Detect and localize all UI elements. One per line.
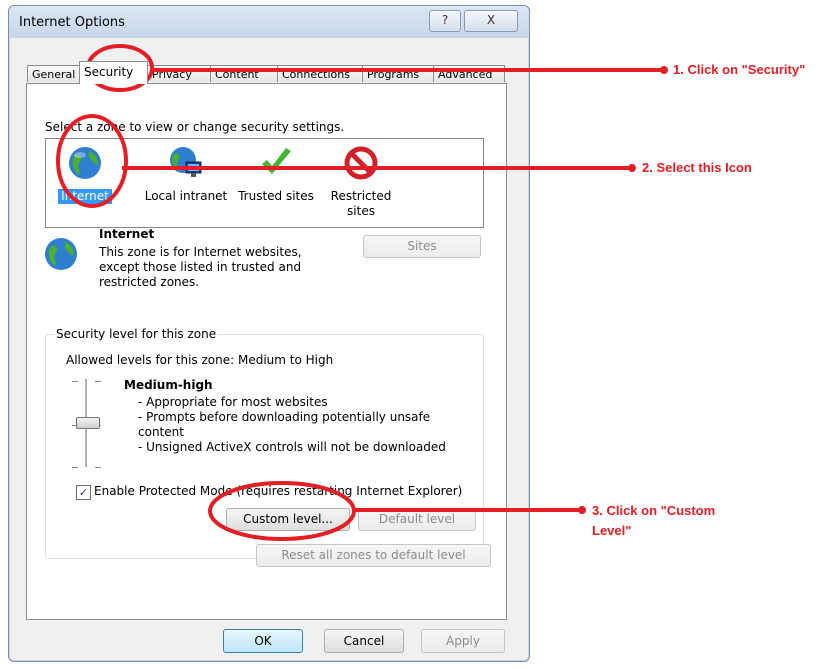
ok-button[interactable]: OK xyxy=(223,629,303,653)
allowed-levels: Allowed levels for this zone: Medium to … xyxy=(66,353,334,367)
zone-internet[interactable]: Internet xyxy=(54,145,116,204)
zone-trusted-sites[interactable]: Trusted sites xyxy=(236,145,316,204)
protected-mode-label: Enable Protected Mode (requires restarti… xyxy=(94,484,463,498)
green-check-icon xyxy=(262,148,291,174)
sites-button[interactable]: Sites xyxy=(363,235,481,258)
title-bar: Internet Options ? X xyxy=(9,6,529,38)
tab-advanced[interactable]: Advanced xyxy=(433,65,505,82)
zone-globe-icon xyxy=(45,238,77,270)
level-bullets: - Appropriate for most websites - Prompt… xyxy=(138,395,458,455)
level-bullet: - Appropriate for most websites xyxy=(138,395,328,409)
tab-general[interactable]: General xyxy=(27,65,80,82)
zone-list: Internet Local intranet Trusted sites Re… xyxy=(45,138,484,228)
annotation-step3-line1: 3. Click on "Custom xyxy=(592,503,716,518)
help-button[interactable]: ? xyxy=(429,10,461,32)
level-bullet: - Unsigned ActiveX controls will not be … xyxy=(138,440,446,454)
security-level-legend: Security level for this zone xyxy=(54,327,219,341)
zone-label-restricted-sites: Restricted sites xyxy=(330,189,392,218)
tab-strip: General Security Privacy Content Connect… xyxy=(27,61,505,84)
close-icon: X xyxy=(486,13,496,27)
tab-connections[interactable]: Connections xyxy=(277,65,363,82)
internet-options-window: Internet Options ? X General Security Pr… xyxy=(8,5,530,662)
level-name: Medium-high xyxy=(124,378,213,392)
arrow-dot-step1 xyxy=(660,66,668,74)
close-button[interactable]: X xyxy=(464,10,518,32)
window-title: Internet Options xyxy=(19,15,125,30)
intranet-globe-icon xyxy=(170,147,202,177)
zone-label-trusted-sites: Trusted sites xyxy=(238,189,314,203)
annotation-step3-line2: Level" xyxy=(592,523,632,538)
arrow-dot-step2 xyxy=(628,164,636,172)
tab-security[interactable]: Security xyxy=(79,61,148,84)
custom-level-button[interactable]: Custom level... xyxy=(226,508,350,531)
zone-title: Internet xyxy=(99,227,155,241)
zone-restricted-sites[interactable]: Restricted sites xyxy=(326,145,396,219)
zone-local-intranet[interactable]: Local intranet xyxy=(142,145,230,204)
security-panel: Select a zone to view or change security… xyxy=(26,83,507,620)
reset-all-zones-button[interactable]: Reset all zones to default level xyxy=(256,544,491,567)
globe-icon xyxy=(69,147,101,179)
protected-mode-checkbox[interactable]: ✓ xyxy=(76,485,91,500)
level-bullet: - Prompts before downloading potentially… xyxy=(138,410,431,439)
apply-button[interactable]: Apply xyxy=(421,629,505,653)
zone-label-local-intranet: Local intranet xyxy=(144,189,228,203)
tab-content[interactable]: Content xyxy=(210,65,278,82)
cancel-button[interactable]: Cancel xyxy=(324,629,404,653)
annotation-step2: 2. Select this Icon xyxy=(642,160,752,175)
zone-prompt: Select a zone to view or change security… xyxy=(45,120,345,134)
red-prohibit-icon xyxy=(344,146,378,180)
security-level-group: Security level for this zone Allowed lev… xyxy=(45,327,484,559)
zone-label-internet: Internet xyxy=(58,189,112,204)
security-level-slider[interactable] xyxy=(72,379,102,471)
zone-description: This zone is for Internet websites, exce… xyxy=(99,245,302,289)
tab-programs[interactable]: Programs xyxy=(362,65,434,82)
slider-thumb[interactable] xyxy=(76,417,100,429)
tab-privacy[interactable]: Privacy xyxy=(147,65,211,82)
default-level-button[interactable]: Default level xyxy=(358,508,476,531)
annotation-step1: 1. Click on "Security" xyxy=(673,62,806,77)
arrow-dot-step3 xyxy=(578,506,586,514)
